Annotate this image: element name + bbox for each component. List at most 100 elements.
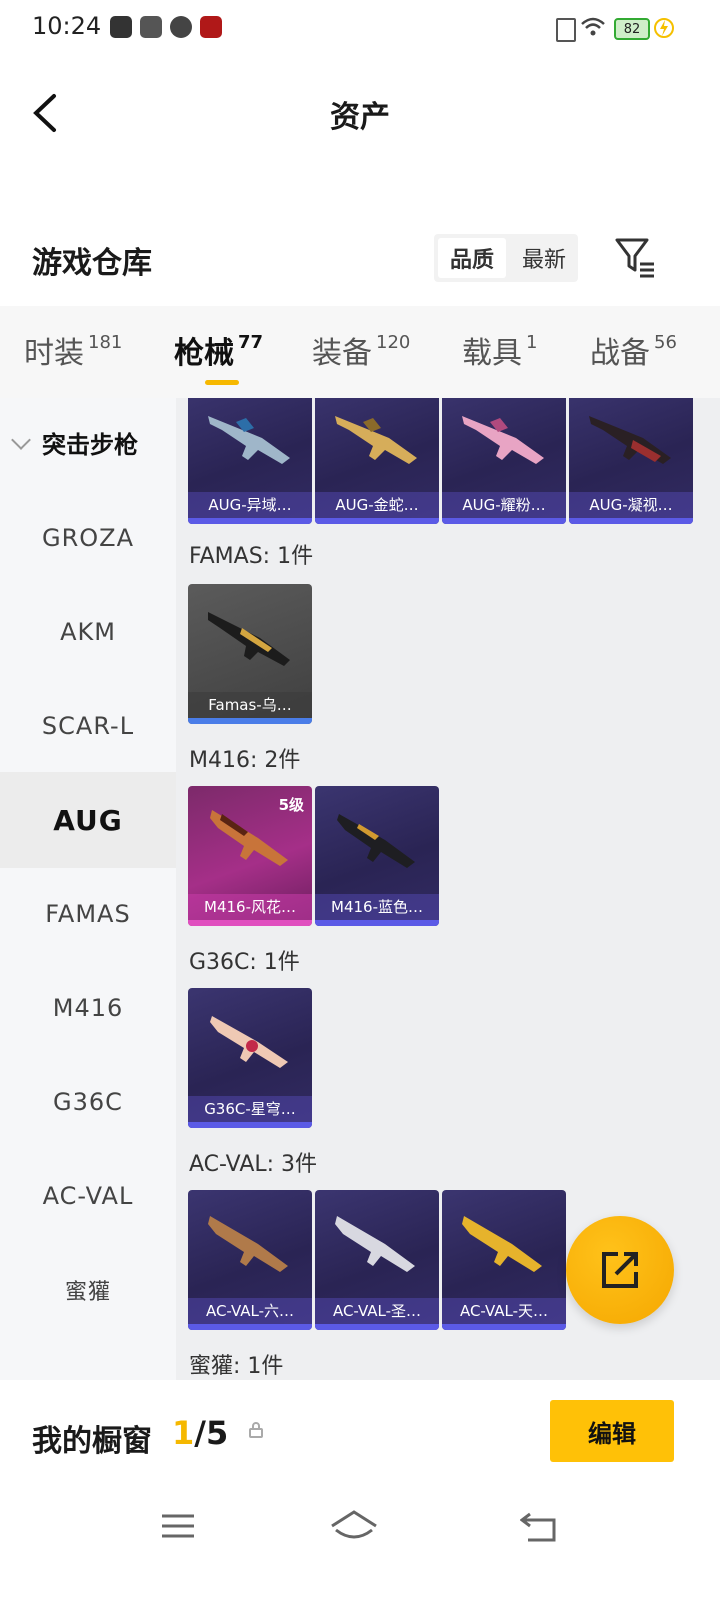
tab-label: 战备 <box>590 336 650 371</box>
sidebar-item-aug[interactable]: AUG <box>0 772 176 868</box>
rarity-bar <box>315 920 439 926</box>
weapon-name: AC-VAL-天… <box>442 1298 566 1324</box>
rarity-bar <box>188 1324 312 1330</box>
sidebar-item-scar-l[interactable]: SCAR-L <box>0 678 176 774</box>
tab-equipment[interactable]: 装备 120 <box>312 328 410 372</box>
weapon-card[interactable]: G36C-星穹… <box>188 988 312 1128</box>
menu-icon[interactable] <box>160 1512 196 1540</box>
rarity-bar <box>315 518 439 524</box>
battery-icon: 82 <box>614 18 650 40</box>
sort-quality[interactable]: 品质 <box>438 238 506 278</box>
weapon-card[interactable]: AC-VAL-天… <box>442 1190 566 1330</box>
app-icon <box>170 16 192 38</box>
showcase-total: /5 <box>194 1414 229 1452</box>
rarity-bar <box>188 518 312 524</box>
showcase-count: 1/5 <box>172 1414 228 1452</box>
system-nav-bar <box>0 1490 720 1600</box>
rarity-bar <box>569 518 693 524</box>
group-title: FAMAS: 1件 <box>189 544 314 569</box>
tab-fashion[interactable]: 时装 181 <box>24 328 122 372</box>
sim-icon <box>556 18 576 42</box>
page-title: 资产 <box>330 100 390 135</box>
rifle-icon <box>462 416 544 464</box>
share-out-icon <box>602 1252 638 1288</box>
group-title: M416: 2件 <box>189 748 301 773</box>
weapon-card[interactable]: AUG-异域… <box>188 398 312 524</box>
rifle-icon <box>335 416 417 464</box>
weapon-card[interactable]: AC-VAL-圣… <box>315 1190 439 1330</box>
weapon-name: AC-VAL-六… <box>188 1298 312 1324</box>
showcase-label: 我的橱窗 <box>32 1424 152 1459</box>
share-button[interactable] <box>566 1216 674 1324</box>
status-time: 10:24 <box>32 12 102 40</box>
sidebar-category[interactable]: 突击步枪 <box>11 425 138 460</box>
rifle-icon <box>589 416 671 464</box>
tab-count: 56 <box>654 332 677 353</box>
lock-icon <box>249 1422 263 1438</box>
weapon-name: M416-蓝色… <box>315 894 439 920</box>
tab-count: 1 <box>526 332 538 353</box>
sidebar-item-famas[interactable]: FAMAS <box>0 866 176 962</box>
weapon-name: M416-风花… <box>188 894 312 920</box>
weapon-card[interactable]: 5级 M416-风花… <box>188 786 312 926</box>
weapon-card[interactable]: AC-VAL-六… <box>188 1190 312 1330</box>
rifle-icon <box>462 1216 542 1272</box>
rifle-icon <box>210 1016 288 1068</box>
tab-count: 181 <box>88 332 123 353</box>
tab-supplies[interactable]: 战备 56 <box>590 328 677 372</box>
weapon-name: AUG-异域… <box>188 492 312 518</box>
showcase-current: 1 <box>172 1414 195 1452</box>
weapon-name: AC-VAL-圣… <box>315 1298 439 1324</box>
charging-icon <box>654 18 674 38</box>
home-icon[interactable] <box>330 1508 378 1544</box>
sidebar-item-g36c[interactable]: G36C <box>0 1054 176 1150</box>
group-title: AC-VAL: 3件 <box>189 1152 318 1177</box>
group-title: G36C: 1件 <box>189 950 300 975</box>
weapon-card[interactable]: AUG-凝视… <box>569 398 693 524</box>
rifle-icon <box>335 1216 415 1272</box>
sidebar-category-label: 突击步枪 <box>42 431 138 459</box>
weapon-name: AUG-凝视… <box>569 492 693 518</box>
tab-vehicles[interactable]: 载具 1 <box>462 328 537 372</box>
rarity-bar <box>442 1324 566 1330</box>
tab-count: 120 <box>376 332 411 353</box>
battery-level: 82 <box>623 21 641 37</box>
rifle-icon <box>337 814 415 868</box>
sort-toggle[interactable]: 品质 最新 <box>434 234 578 282</box>
weapon-card[interactable]: Famas-乌… <box>188 584 312 724</box>
sidebar-item-akm[interactable]: AKM <box>0 584 176 680</box>
rarity-bar <box>315 1324 439 1330</box>
vivo-icon <box>140 16 162 38</box>
sort-newest[interactable]: 最新 <box>510 234 578 282</box>
level-badge: 5级 <box>278 796 304 814</box>
rifle-icon <box>208 612 290 666</box>
tab-label: 载具 <box>462 336 522 371</box>
edit-button[interactable]: 编辑 <box>550 1400 674 1462</box>
app-notification-icon <box>110 16 132 38</box>
tab-count: 77 <box>238 332 264 353</box>
rarity-bar <box>188 718 312 724</box>
weapon-card[interactable]: AUG-金蛇… <box>315 398 439 524</box>
back-icon[interactable] <box>520 1510 556 1542</box>
weapon-card[interactable]: M416-蓝色… <box>315 786 439 926</box>
weapon-name: AUG-金蛇… <box>315 492 439 518</box>
sidebar-item-m416[interactable]: M416 <box>0 960 176 1056</box>
tab-label: 时装 <box>24 336 84 371</box>
rarity-bar <box>188 1122 312 1128</box>
weapon-name: G36C-星穹… <box>188 1096 312 1122</box>
weapon-card[interactable]: AUG-耀粉… <box>442 398 566 524</box>
sidebar-item-ac-val[interactable]: AC-VAL <box>0 1148 176 1244</box>
sidebar-item-groza[interactable]: GROZA <box>0 490 176 586</box>
warehouse-title: 游戏仓库 <box>32 246 152 281</box>
tab-guns[interactable]: 枪械 77 <box>174 328 263 372</box>
weapon-name: Famas-乌… <box>188 692 312 718</box>
wifi-icon <box>581 17 605 36</box>
rifle-icon <box>208 1216 288 1272</box>
filter-icon[interactable] <box>614 236 656 278</box>
tab-label: 枪械 <box>174 336 234 371</box>
rarity-bar <box>442 518 566 524</box>
chevron-down-icon <box>11 429 31 450</box>
group-title: 蜜獾: 1件 <box>189 1354 284 1379</box>
sidebar-item-honey-badger[interactable]: 蜜獾 <box>0 1242 176 1338</box>
rarity-bar <box>188 920 312 926</box>
